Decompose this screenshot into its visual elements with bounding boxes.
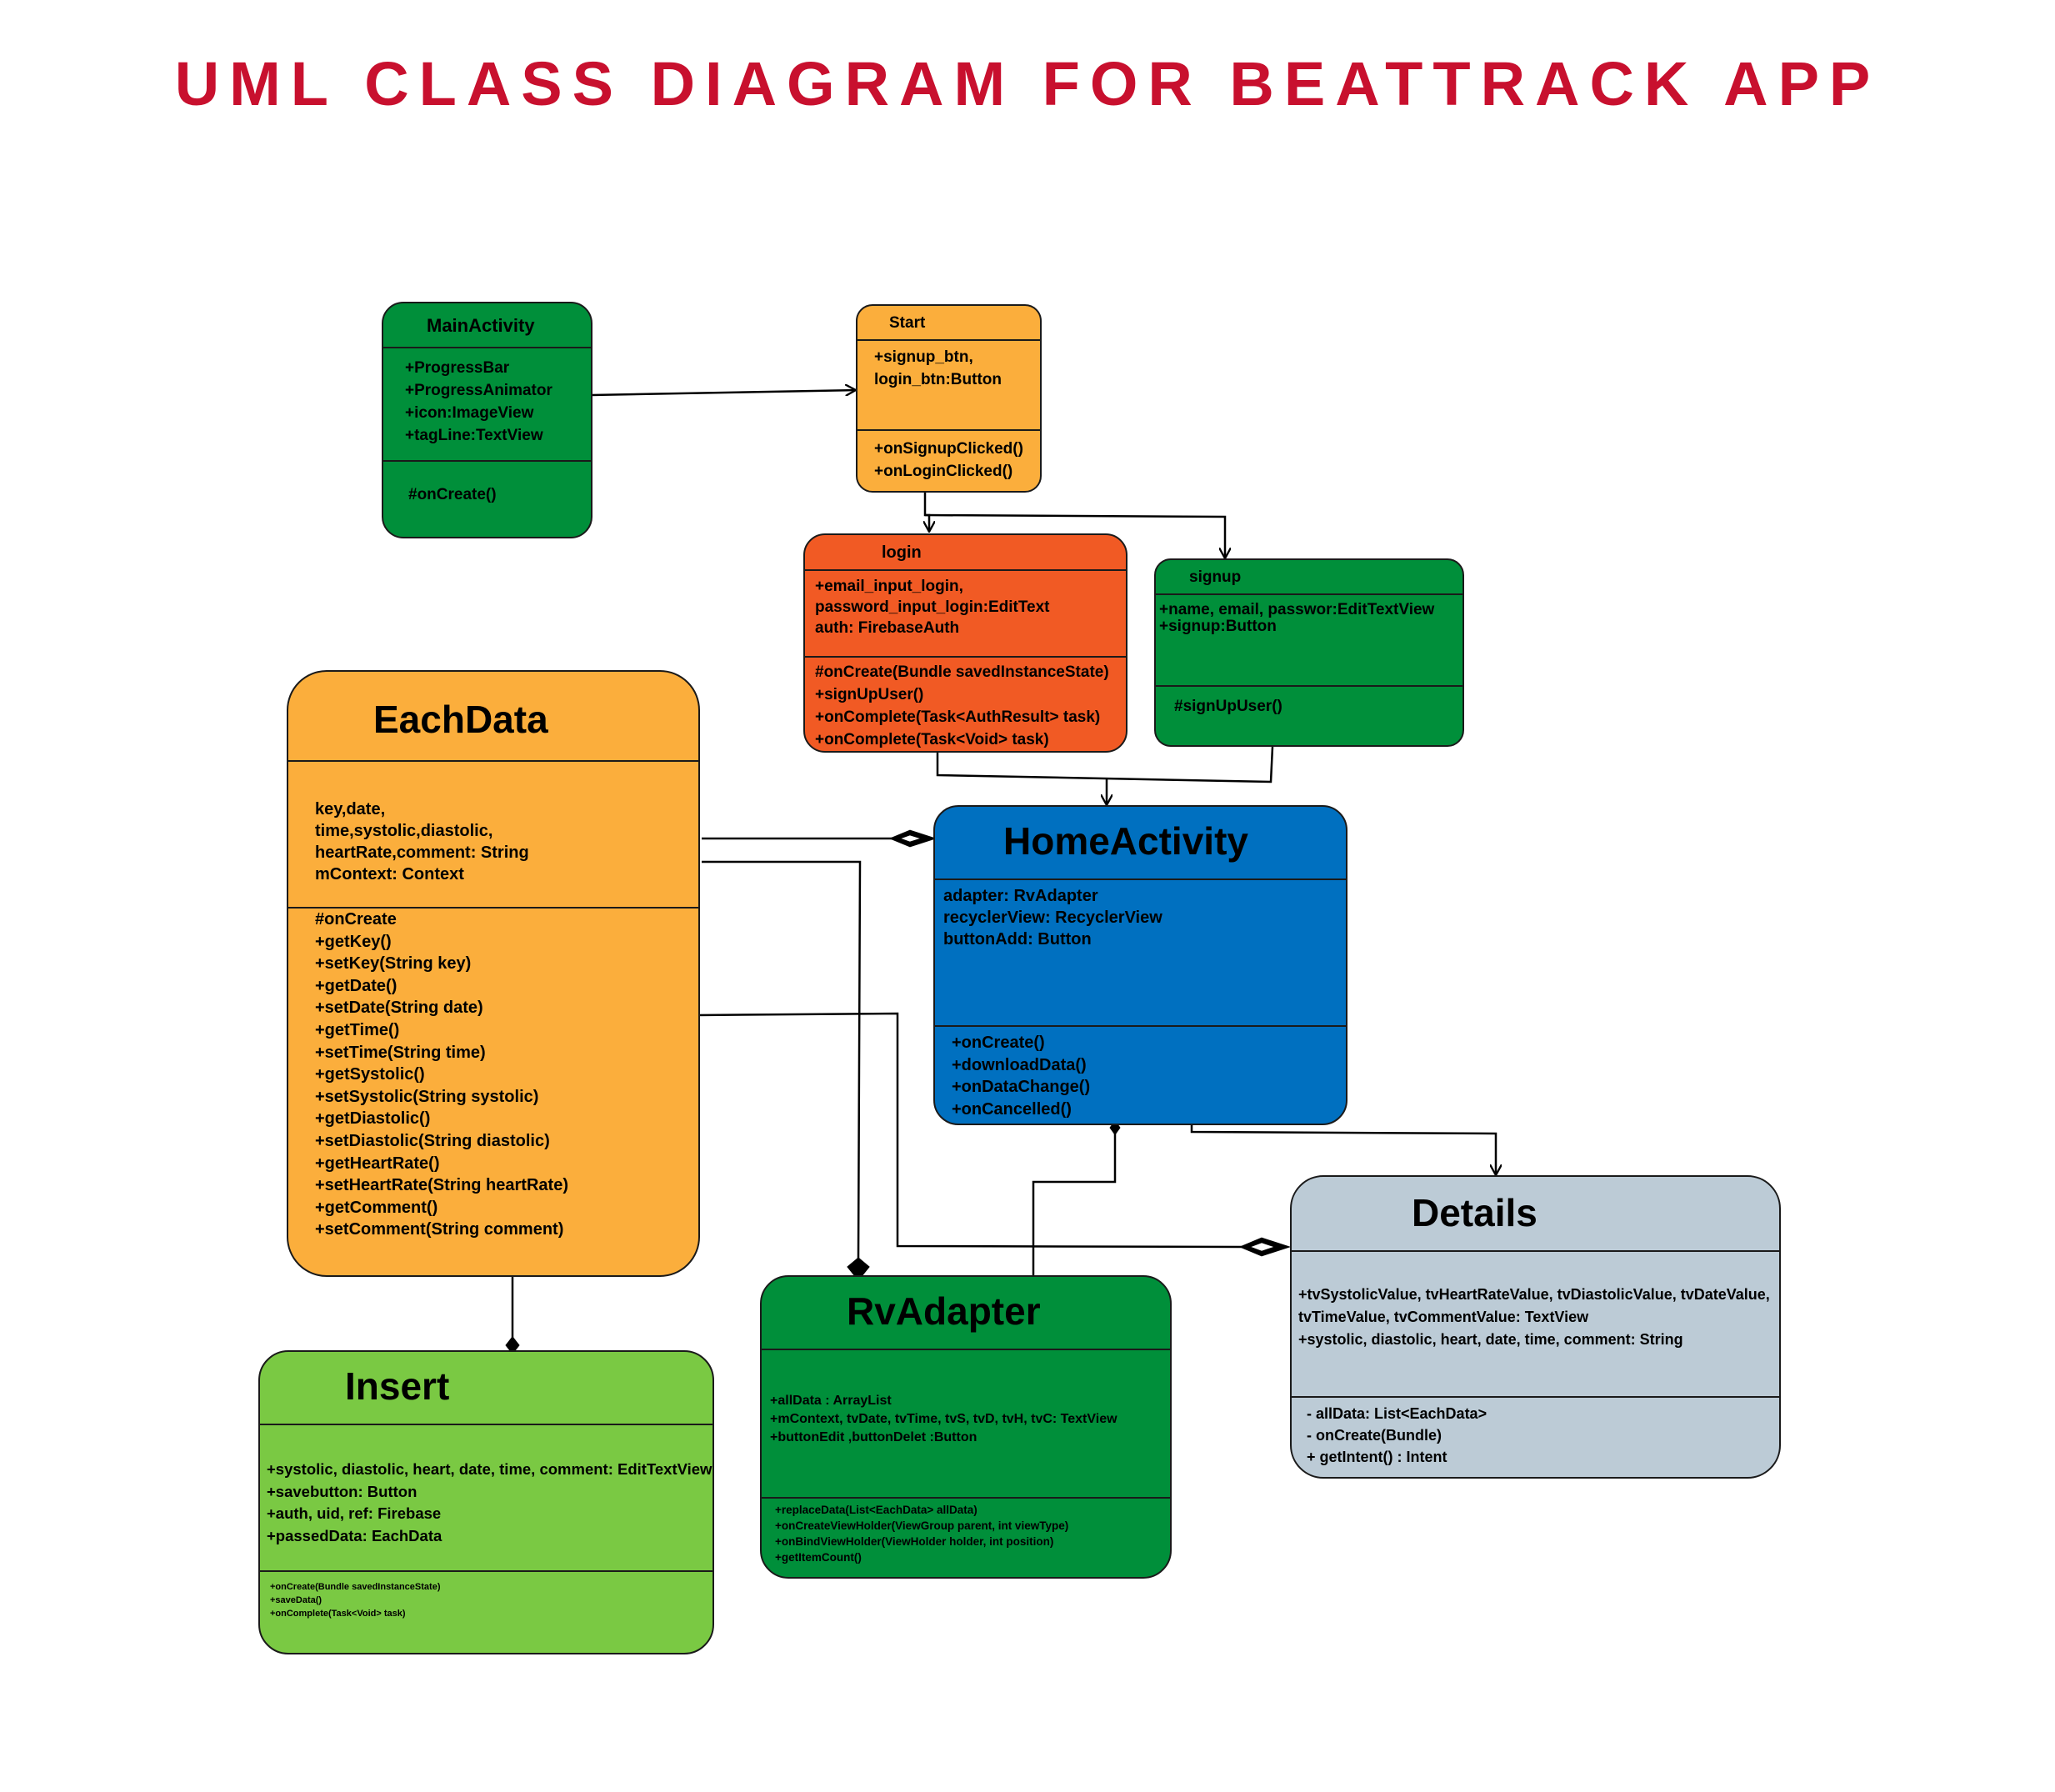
attribute: +ProgressAnimator [405, 382, 552, 399]
class-name: signup [1189, 568, 1242, 586]
method: +onDataChange() [952, 1078, 1091, 1097]
method: #onCreate(Bundle savedInstanceState) [815, 663, 1109, 681]
class-name: HomeActivity [1003, 819, 1248, 863]
class-main-activity: MainActivity +ProgressBar +ProgressAnima… [382, 302, 592, 538]
attribute: +name, email, passwor:EditTextView [1159, 601, 1435, 618]
method: #onCreate() [408, 486, 497, 503]
method: +onCreate(Bundle savedInstanceState) [270, 1582, 441, 1592]
class-login: login +email_input_login, password_input… [803, 533, 1128, 753]
class-name: Details [1412, 1191, 1538, 1234]
attribute: +systolic, diastolic, heart, date, time,… [267, 1460, 712, 1478]
attribute: key,date, [315, 800, 386, 818]
class-name: Start [889, 314, 926, 332]
method: +downloadData() [952, 1055, 1087, 1074]
method: +getDate() [315, 976, 398, 995]
method: +setDate(String date) [315, 999, 483, 1018]
class-rv-adapter: RvAdapter +allData : ArrayList +mContext… [760, 1275, 1172, 1579]
attribute: recyclerView: RecyclerView [943, 909, 1162, 927]
method: +setKey(String key) [315, 954, 472, 974]
attribute: heartRate,comment: String [315, 843, 529, 862]
attribute: adapter: RvAdapter [943, 887, 1098, 905]
method: +setTime(String time) [315, 1043, 486, 1062]
method: +getKey() [315, 932, 392, 951]
class-home-activity: HomeActivity adapter: RvAdapter recycler… [933, 805, 1348, 1125]
method: +getComment() [315, 1198, 438, 1217]
link-eachdata-to-rvadapter [702, 860, 862, 1259]
attribute: +signup_btn, [874, 348, 973, 366]
method: +setHeartRate(String heartRate) [315, 1176, 568, 1195]
method: #signUpUser() [1174, 698, 1282, 715]
method: +onComplete(Task<Void> task) [270, 1609, 406, 1619]
attribute: +signup:Button [1159, 618, 1277, 635]
attribute: +tvSystolicValue, tvHeartRateValue, tvDi… [1298, 1286, 1770, 1303]
class-each-data: EachData key,date, time,systolic,diastol… [287, 670, 700, 1277]
class-signup: signup +name, email, passwor:EditTextVie… [1154, 558, 1464, 747]
method: +getDiastolic() [315, 1109, 431, 1129]
class-name: RvAdapter [847, 1289, 1041, 1333]
method: +onCreate() [952, 1034, 1045, 1052]
attribute: +passedData: EachData [267, 1526, 442, 1544]
attribute: +buttonEdit ,buttonDelet :Button [770, 1430, 978, 1444]
link-main-to-start [591, 390, 856, 397]
attribute: auth: FirebaseAuth [815, 619, 960, 637]
method: +setSystolic(String systolic) [315, 1087, 539, 1106]
method: +onCancelled() [952, 1099, 1072, 1119]
method: + getIntent() : Intent [1307, 1449, 1448, 1465]
attribute: mContext: Context [315, 865, 464, 883]
method: +signUpUser() [815, 686, 924, 703]
method: +getTime() [315, 1020, 400, 1039]
attribute: +allData : ArrayList [770, 1394, 892, 1408]
method: - onCreate(Bundle) [1307, 1427, 1442, 1444]
method: +getItemCount() [775, 1551, 862, 1564]
class-name: MainActivity [427, 315, 535, 336]
attribute: +ProgressBar [405, 359, 510, 377]
class-name: Insert [345, 1364, 450, 1408]
attribute: tvTimeValue, tvCommentValue: TextView [1298, 1309, 1589, 1325]
class-name: login [882, 543, 922, 562]
attribute: +mContext, tvDate, tvTime, tvS, tvD, tvH… [770, 1412, 1118, 1426]
attribute: +savebutton: Button [267, 1482, 418, 1500]
class-insert: Insert +systolic, diastolic, heart, date… [258, 1350, 714, 1654]
attribute: +systolic, diastolic, heart, date, time,… [1298, 1331, 1683, 1348]
class-start: Start +signup_btn, login_btn:Button +onS… [856, 304, 1042, 493]
method: +onLoginClicked() [874, 463, 1013, 480]
attribute: +auth, uid, ref: Firebase [267, 1504, 442, 1522]
attribute: password_input_login:EditText [815, 598, 1050, 616]
class-details: Details +tvSystolicValue, tvHeartRateVal… [1290, 1175, 1781, 1479]
method: +getHeartRate() [315, 1154, 440, 1173]
link-start-to-login [925, 492, 929, 532]
method: +onCreateViewHolder(ViewGroup parent, in… [775, 1519, 1069, 1532]
class-name: EachData [373, 698, 548, 741]
method: +saveData() [270, 1595, 322, 1605]
method: +replaceData(List<EachData> allData) [775, 1504, 978, 1516]
method: +getSystolic() [315, 1065, 425, 1084]
attribute: buttonAdd: Button [943, 930, 1092, 949]
link-rvadapter-to-home [1032, 1130, 1117, 1275]
method: +onComplete(Task<AuthResult> task) [815, 708, 1101, 726]
method: - allData: List<EachData> [1307, 1405, 1488, 1422]
attribute: +icon:ImageView [405, 404, 534, 422]
link-home-to-details [1190, 1125, 1496, 1175]
method: #onCreate [315, 910, 397, 929]
attribute: +tagLine:TextView [405, 427, 543, 444]
method: +onSignupClicked() [874, 440, 1023, 458]
attribute: login_btn:Button [874, 371, 1002, 388]
attribute: time,systolic,diastolic, [315, 822, 493, 840]
method: +setDiastolic(String diastolic) [315, 1131, 550, 1150]
method: +onBindViewHolder(ViewHolder holder, int… [775, 1535, 1054, 1548]
method: +onComplete(Task<Void> task) [815, 731, 1049, 748]
attribute: +email_input_login, [815, 578, 963, 595]
method: +setComment(String comment) [315, 1220, 564, 1239]
